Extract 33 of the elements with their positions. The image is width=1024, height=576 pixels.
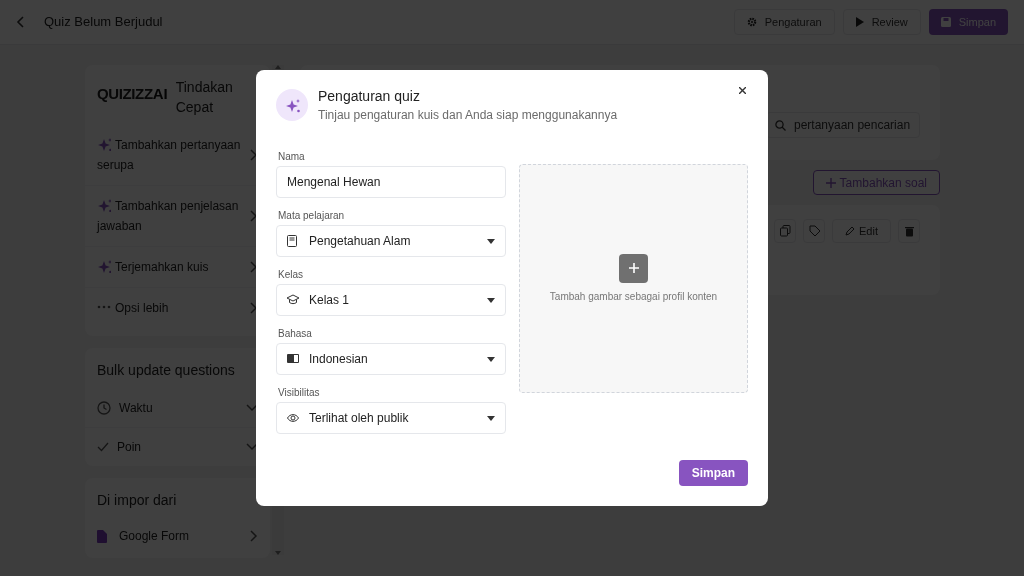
close-icon: [738, 86, 746, 94]
field-label: Visibilitas: [277, 386, 321, 400]
field-label: Bahasa: [277, 327, 313, 341]
save-button[interactable]: Simpan: [678, 460, 748, 486]
select-field[interactable]: Pengetahuan Alam: [276, 225, 506, 257]
close-button[interactable]: [736, 84, 748, 96]
eye-icon: [287, 412, 299, 424]
quizizz-ai-logo: QUIZIZZAI: [97, 84, 168, 104]
dialog-subtitle: Tinjau pengaturan kuis dan Anda siap menggunakannya: [318, 107, 619, 124]
field-label: Mata pelajaran: [277, 209, 346, 223]
caret-down-icon: [487, 415, 495, 421]
image-dropzone[interactable]: Tambah gambar sebagai profil konten: [519, 164, 748, 393]
section-title: Di impor dari: [96, 491, 178, 510]
graduation-cap-icon: [287, 294, 299, 306]
section-title: Bulk update questions: [96, 361, 236, 380]
caret-down-icon: [487, 238, 495, 244]
dialog-title: Pengaturan quiz: [318, 87, 421, 106]
select-field[interactable]: Terlihat oleh publik: [276, 402, 506, 434]
language-icon: [287, 353, 299, 365]
select-field[interactable]: Kelas 1: [276, 284, 506, 316]
field-label: Nama: [277, 150, 306, 164]
select-field[interactable]: Indonesian: [276, 343, 506, 375]
caret-down-icon: [487, 356, 495, 362]
field-label: Kelas: [277, 268, 304, 282]
section-title: Tindakan Cepat: [175, 78, 234, 117]
name-input[interactable]: Mengenal Hewan: [276, 166, 506, 198]
caret-down-icon: [487, 297, 495, 303]
dropzone-hint: Tambah gambar sebagai profil konten: [549, 289, 718, 304]
sparkle-icon: [284, 97, 300, 113]
book-icon: [287, 235, 299, 247]
plus-icon: [628, 263, 639, 273]
add-image-button[interactable]: [619, 253, 648, 283]
quiz-title: Quiz Belum Berjudul: [44, 13, 163, 32]
